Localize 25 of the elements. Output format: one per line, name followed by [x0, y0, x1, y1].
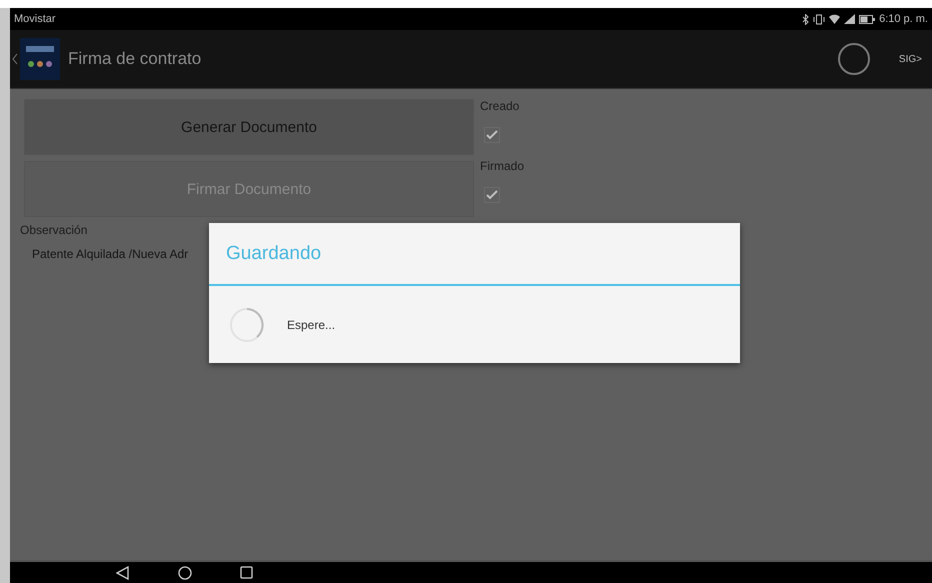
loading-spinner-icon [836, 42, 871, 76]
recents-icon[interactable] [240, 566, 253, 579]
observation-label: Observación [20, 223, 88, 237]
dialog-title: Guardando [209, 223, 740, 286]
app-logo-icon [20, 38, 60, 80]
back-icon[interactable] [116, 566, 130, 580]
dialog-message: Espere... [287, 318, 336, 332]
bluetooth-icon [802, 14, 810, 24]
screen-title: Firma de contrato [68, 49, 202, 69]
observation-text: Patente Alquilada /Nueva Adr [32, 247, 188, 261]
checkbox-label: Firmado [480, 159, 524, 175]
carrier-name: Movistar [14, 13, 56, 25]
vibrate-icon [813, 14, 826, 24]
back-chevron-icon[interactable] [12, 53, 18, 65]
home-icon[interactable] [178, 566, 192, 580]
battery-icon [859, 14, 876, 24]
wifi-icon [829, 14, 840, 24]
signal-icon [844, 14, 856, 24]
checkbox[interactable] [484, 187, 500, 203]
checkbox-label: Creado [480, 99, 520, 115]
document-button[interactable]: Generar Documento [24, 99, 474, 155]
next-button[interactable]: SIG> [898, 54, 922, 64]
progress-spinner-icon [229, 306, 265, 342]
clock-time: 6:10 p. m. [879, 13, 928, 25]
checkbox[interactable] [484, 127, 500, 143]
